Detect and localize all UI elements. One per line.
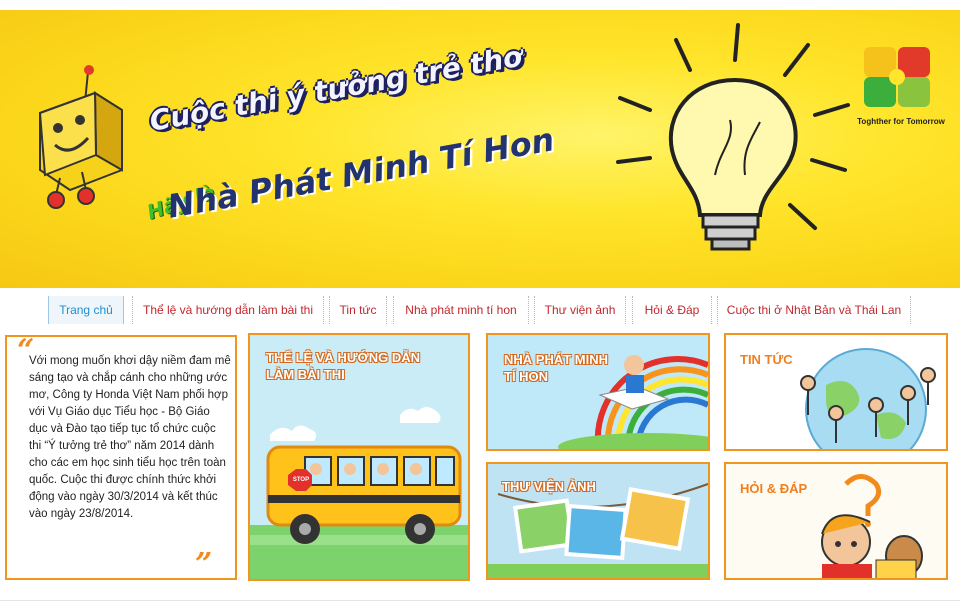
intro-text: Với mong muốn khơi dậy niềm đam mê sáng … xyxy=(29,355,231,520)
top-strip xyxy=(0,0,960,10)
intro-panel: “ Với mong muốn khơi dậy niềm đam mê sán… xyxy=(5,333,237,582)
nav-inventors[interactable]: Nhà phát minh tí hon xyxy=(393,296,529,324)
lightbulb-icon xyxy=(668,77,798,251)
card-gallery-title: THƯ VIỆN ẢNH xyxy=(502,479,596,494)
stop-sign-label: STOP xyxy=(292,477,310,483)
nav-faq[interactable]: Hỏi & Đáp xyxy=(632,296,712,324)
card-news[interactable]: TIN TỨC xyxy=(724,333,948,451)
nav-news[interactable]: Tin tức xyxy=(329,296,387,324)
card-faq[interactable]: HỎI & ĐÁP xyxy=(724,462,948,580)
footer-divider xyxy=(0,600,960,601)
main-nav: Trang chủ Thể lệ và hướng dẫn làm bài th… xyxy=(0,296,960,326)
honda-puzzle-logo xyxy=(864,47,930,107)
close-quote-icon: ” xyxy=(195,547,213,582)
card-rules-title-line1: THỂ LỆ VÀ HƯỚNG DẪN xyxy=(266,350,421,365)
cube-mascot-icon xyxy=(38,65,123,209)
nav-rules[interactable]: Thể lệ và hướng dẫn làm bài thi xyxy=(132,296,324,324)
card-faq-title: HỎI & ĐÁP xyxy=(740,481,808,496)
card-rules[interactable]: STOP THỂ LỆ VÀ HƯỚNG DẪN LÀM BÀI THI xyxy=(248,333,470,581)
card-inventors[interactable]: NHÀ PHÁT MINH TÍ HON xyxy=(486,333,710,451)
nav-gallery[interactable]: Thư viện ảnh xyxy=(534,296,626,324)
card-inventors-title-line2: TÍ HON xyxy=(504,369,549,384)
card-inventors-title-line1: NHÀ PHÁT MINH xyxy=(504,352,608,367)
card-rules-title-line2: LÀM BÀI THI xyxy=(266,367,345,382)
nav-japan-thailand[interactable]: Cuộc thi ở Nhật Bản và Thái Lan xyxy=(717,296,911,324)
banner: Cuộc thi ý tưởng trẻ thơ Hãy là Nhà Phát… xyxy=(0,10,960,288)
logo-caption: Toghther for Tomorrow xyxy=(857,117,945,126)
card-gallery[interactable]: THƯ VIỆN ẢNH xyxy=(486,462,710,580)
card-news-title: TIN TỨC xyxy=(740,352,793,367)
nav-home[interactable]: Trang chủ xyxy=(48,296,124,324)
